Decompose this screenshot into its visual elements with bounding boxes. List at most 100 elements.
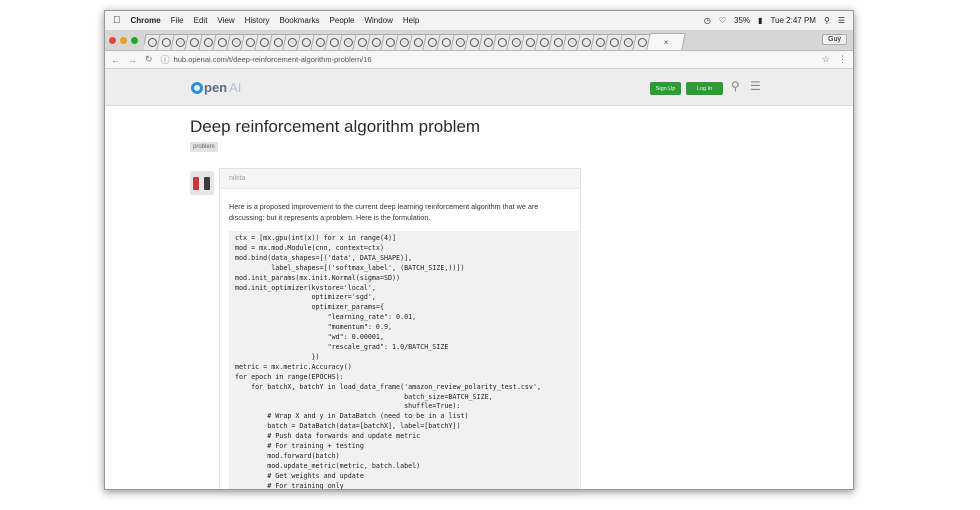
profile-button[interactable]: Guy [822,34,847,45]
tab-favicon-icon [637,38,647,47]
code-line: # Wrap X and y in DataBatch (need to be … [235,412,469,421]
tab-favicon-icon [189,38,199,47]
tab-favicon-icon [427,38,437,47]
tab-favicon-icon [147,38,157,47]
tab-favicon-icon [371,38,381,47]
menu-app-name[interactable]: Chrome [131,16,161,25]
forward-icon[interactable]: → [128,55,137,65]
avatar-figure-red [193,177,199,190]
spotlight-icon[interactable]: ⚲ [824,16,830,25]
tab-favicon-icon [595,38,605,47]
tab-favicon-icon [441,38,451,47]
reload-icon[interactable]: ↻ [145,54,153,65]
clock-icon[interactable]: ◷ [704,16,711,25]
tab-strip: × Guy [105,31,853,51]
code-line: batch = DataBatch(data=[batchX], label=[… [235,422,461,431]
logo-ring-icon [191,81,203,94]
tab-favicon-icon [273,38,283,47]
apple-icon[interactable]:  [113,15,121,26]
menu-window[interactable]: Window [364,16,392,25]
tab-favicon-icon [525,38,535,47]
tab-favicon-icon [581,38,591,47]
tab-favicon-icon [553,38,563,47]
url-field[interactable]: hub.openai.com/t/deep-reinforcement-algo… [174,55,822,64]
sign-up-button[interactable]: Sign Up [650,82,681,95]
clock-text[interactable]: Tue 2:47 PM [770,16,816,25]
code-line: shuffle=True): [235,402,461,411]
post-body-text: Here is a proposed improvement to the cu… [229,202,539,222]
code-line: optimizer_params={ [235,303,384,312]
topic-title: Deep reinforcement algorithm problem [190,117,481,136]
menu-edit[interactable]: Edit [194,16,208,25]
hamburger-menu-icon[interactable]: ☰ [750,79,761,93]
tab-favicon-icon [245,38,255,47]
back-icon[interactable]: ← [111,55,120,65]
code-line: batch_size=BATCH_SIZE, [235,392,493,401]
code-line: "rescale_grad": 1.0/BATCH_SIZE [235,342,449,351]
battery-icon[interactable]: ▮ [758,16,762,25]
tab-favicon-icon [259,38,269,47]
window-controls [109,30,138,50]
search-icon[interactable]: ⚲ [731,79,740,93]
logo-text-ai: AI [229,80,242,95]
tab-favicon-icon [301,38,311,47]
code-line: for batchX, batchY in load_data_frame('a… [235,382,541,391]
tab-list: × [144,33,849,50]
openai-logo[interactable]: pen AI [191,80,241,95]
menu-people[interactable]: People [330,16,355,25]
code-line: metric = mx.metric.Accuracy() [235,362,352,371]
code-line: # Push data forwards and update metric [235,432,421,441]
code-line: for epoch in range(EPOCHS): [235,372,344,381]
battery-percent: 35% [734,16,751,25]
menu-file[interactable]: File [171,16,184,25]
chrome-menu-icon[interactable]: ⋮ [838,54,847,65]
browser-window:  Chrome File Edit View History Bookmark… [104,10,854,490]
menu-help[interactable]: Help [403,16,419,25]
tab-favicon-icon [161,38,171,47]
tab-favicon-icon [175,38,185,47]
zoom-window-icon[interactable] [131,36,138,44]
code-line: mod.init_params(mx.init.Normal(sigma=SD)… [235,273,401,282]
post-card: nikita Here is a proposed improvement to… [219,168,581,489]
tab-favicon-icon [357,38,367,47]
code-line: optimizer='sgd', [235,293,376,302]
close-window-icon[interactable] [109,36,116,44]
code-line: mod = mx.mod.Module(cnn, context=ctx) [235,243,384,252]
bookmark-star-icon[interactable]: ☆ [822,54,830,65]
code-line: mod.update_metric(metric, batch.label) [235,461,421,470]
minimize-window-icon[interactable] [120,36,127,44]
logo-text-open: pen [204,80,228,95]
tab-favicon-icon [623,38,633,47]
tab-favicon-icon [231,38,241,47]
menu-view[interactable]: View [217,16,234,25]
tab-close-icon[interactable]: × [664,38,669,47]
tab-favicon-icon [343,38,353,47]
topic-tag[interactable]: problem [190,142,218,152]
menu-history[interactable]: History [245,16,270,25]
active-browser-tab[interactable]: × [646,33,686,50]
tab-favicon-icon [399,38,409,47]
tab-favicon-icon [483,38,493,47]
tab-favicon-icon [329,38,339,47]
code-line: }) [235,352,320,361]
notification-center-icon[interactable]: ☰ [838,16,845,25]
code-line: mod.forward(batch) [235,451,340,460]
code-line: mod.bind(data_shapes=[('data', DATA_SHAP… [235,253,413,262]
tab-favicon-icon [385,38,395,47]
tab-favicon-icon [609,38,619,47]
wifi-icon[interactable]: ♡ [719,16,726,25]
log-in-button[interactable]: Log In [686,82,723,95]
menubar-status-area: ◷ ♡ 35% ▮ Tue 2:47 PM ⚲ ☰ [704,16,845,25]
tab-favicon-icon [469,38,479,47]
code-line: "learning_rate": 0.01, [235,313,417,322]
post-username[interactable]: nikita [220,169,580,189]
tab-favicon-icon [497,38,507,47]
code-line: label_shapes=[('softmax_label', (BATCH_S… [235,263,465,272]
tab-favicon-icon [315,38,325,47]
tab-favicon-icon [203,38,213,47]
avatar[interactable] [190,171,214,195]
code-line: mod.init_optimizer(kvstore='local', [235,283,376,292]
info-icon: ⓘ [160,55,170,65]
site-header: pen AI Sign Up Log In ⚲ ☰ [105,69,853,106]
menu-bookmarks[interactable]: Bookmarks [280,16,320,25]
